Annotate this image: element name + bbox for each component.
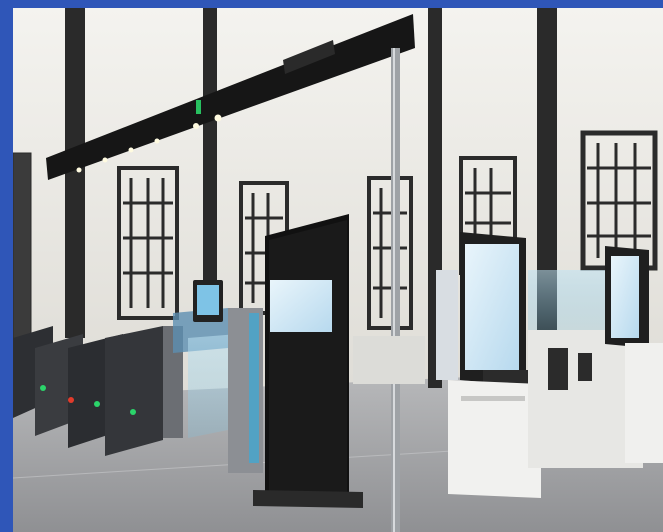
right-kiosk-screen — [611, 256, 639, 338]
scene-illustration — [13, 8, 663, 532]
tablet-screen — [197, 285, 219, 315]
gate-light-red — [68, 397, 74, 403]
card-reader — [548, 348, 568, 390]
counter — [353, 336, 425, 384]
card-slot — [578, 353, 592, 381]
station-hall-photo — [13, 8, 663, 532]
pillar — [203, 8, 217, 308]
tall-display-totem — [253, 214, 363, 508]
photo-frame — [0, 0, 663, 532]
totem-screen — [270, 280, 332, 332]
gate-light-green — [130, 409, 136, 415]
gate-light-green — [94, 401, 100, 407]
pillar — [65, 8, 85, 338]
kiosk-screen — [465, 244, 519, 370]
steel-pole — [391, 48, 400, 532]
info-panel — [436, 270, 458, 380]
gate-light-green — [40, 385, 46, 391]
